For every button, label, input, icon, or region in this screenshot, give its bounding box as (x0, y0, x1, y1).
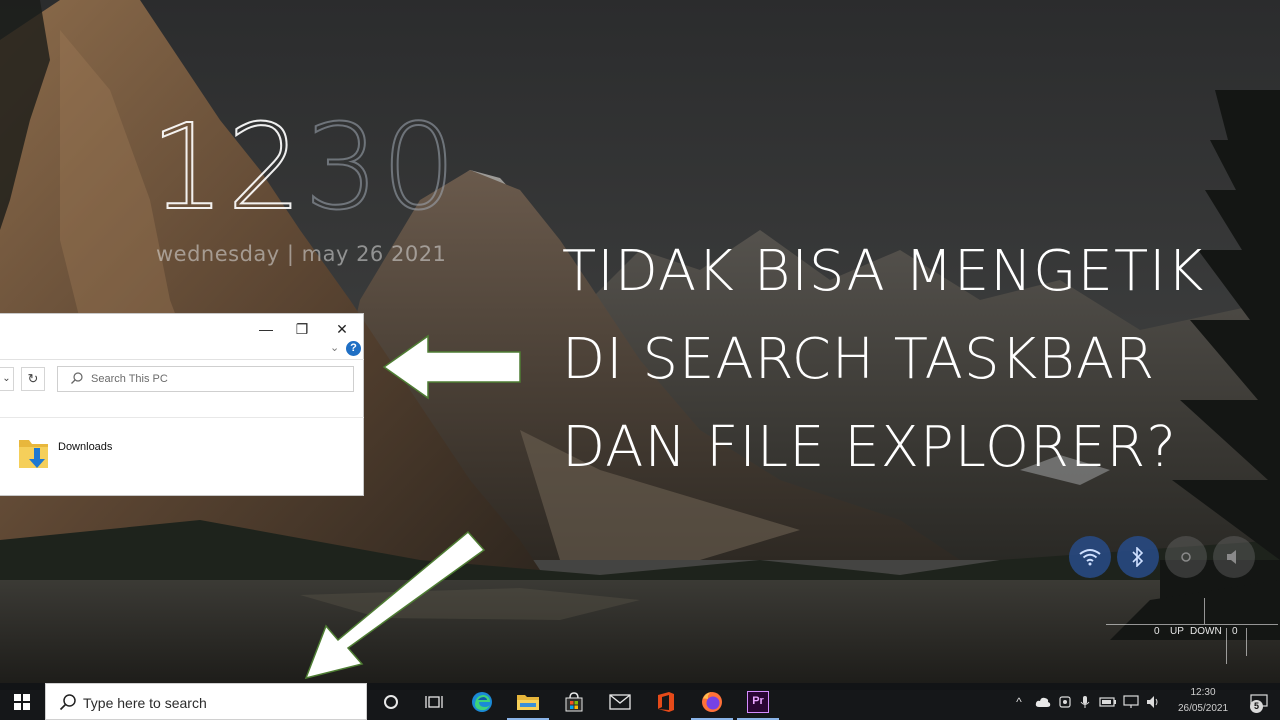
onedrive-tray-button[interactable] (1032, 683, 1054, 720)
start-button[interactable] (0, 683, 44, 720)
bluetooth-icon (1132, 547, 1144, 567)
arrow-to-taskbar-search-icon (304, 530, 486, 680)
brightness-icon (1181, 552, 1191, 562)
premiere-pro-label: Pr (752, 694, 764, 707)
firefox-icon (702, 691, 722, 712)
store-bag-icon (565, 691, 583, 711)
volume-icon (1227, 550, 1236, 564)
quick-action-brightness[interactable] (1165, 536, 1207, 578)
tray-time: 12:30 (1190, 687, 1216, 698)
task-view-icon (425, 695, 443, 708)
meter-tick (1204, 598, 1205, 624)
office-icon (658, 691, 674, 712)
store-taskbar-button[interactable] (551, 683, 597, 720)
premiere-pro-icon: Pr (747, 690, 769, 713)
office-taskbar-button[interactable] (643, 683, 689, 720)
meter-line (1106, 624, 1278, 625)
network-tray-button[interactable] (1120, 683, 1142, 720)
edge-taskbar-button[interactable] (459, 683, 505, 720)
cortana-circle-icon (384, 694, 398, 709)
folder-icon (517, 694, 539, 710)
taskbar: Pr ^ (0, 683, 1280, 720)
premiere-pro-taskbar-button[interactable]: Pr (735, 683, 781, 720)
cortana-button[interactable] (368, 683, 414, 720)
volume-tray-button[interactable] (1143, 683, 1165, 720)
notification-count-badge: 5 (1250, 700, 1263, 713)
speaker-icon (1147, 695, 1158, 708)
chevron-up-icon: ^ (1016, 694, 1022, 709)
file-explorer-taskbar-button[interactable] (505, 683, 551, 720)
net-meter-row: 0 UP DOWN 0 (1106, 626, 1278, 642)
tray-date: 26/05/2021 (1177, 703, 1229, 714)
mail-taskbar-button[interactable] (597, 683, 643, 720)
task-view-button[interactable] (411, 683, 457, 720)
taskbar-search-input[interactable] (83, 694, 353, 712)
cloud-icon (1035, 697, 1051, 707)
show-hidden-icons-button[interactable]: ^ (1010, 683, 1028, 720)
arrow-to-explorer-search-icon (382, 334, 521, 400)
quick-action-volume[interactable] (1213, 536, 1255, 578)
battery-tray-button[interactable] (1097, 683, 1119, 720)
wifi-icon (1079, 549, 1101, 566)
quick-action-bluetooth[interactable] (1117, 536, 1159, 578)
upload-label: UP (1170, 626, 1184, 637)
edge-icon (472, 691, 492, 712)
upload-value: 0 (1154, 626, 1160, 637)
windows-logo-icon (14, 693, 30, 710)
mail-icon (609, 693, 631, 710)
ethernet-icon (1123, 694, 1139, 708)
search-icon (59, 694, 76, 711)
camera-tray-button[interactable] (1055, 683, 1075, 720)
firefox-taskbar-button[interactable] (689, 683, 735, 720)
tray-clock[interactable]: 12:30 26/05/2021 (1168, 685, 1238, 717)
battery-icon (1099, 696, 1116, 707)
download-label: DOWN (1190, 626, 1222, 637)
network-speed-meter: 0 UP DOWN 0 (1106, 598, 1278, 668)
microphone-icon (1080, 695, 1090, 708)
camera-icon (1059, 695, 1071, 708)
taskbar-search-box[interactable] (45, 683, 367, 720)
microphone-tray-button[interactable] (1076, 683, 1094, 720)
annotation-arrows (304, 334, 521, 680)
download-value: 0 (1232, 626, 1238, 637)
quick-action-wifi[interactable] (1069, 536, 1111, 578)
